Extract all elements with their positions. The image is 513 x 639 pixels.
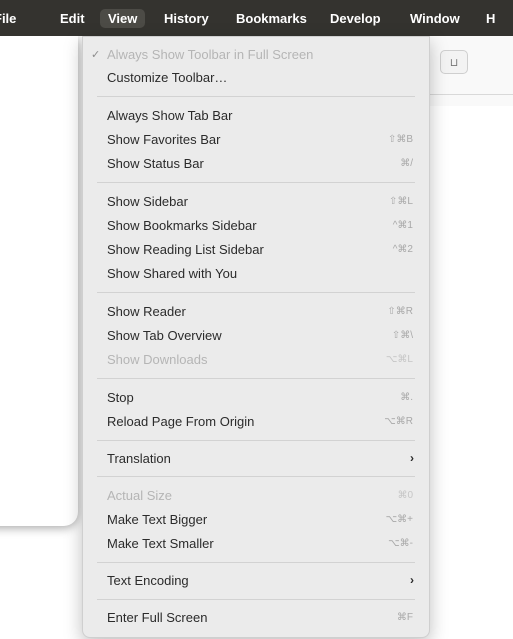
shortcut-label: ^⌘1	[392, 219, 413, 231]
shortcut-label: ⇧⌘B	[387, 133, 413, 145]
chevron-right-icon: ›	[410, 451, 414, 465]
view-menu-dropdown: ✓ Always Show Toolbar in Full Screen Cus…	[82, 36, 430, 638]
menu-item-always-show-toolbar-full-screen[interactable]: ✓ Always Show Toolbar in Full Screen	[83, 43, 429, 65]
toolbar-divider	[428, 94, 513, 95]
shortcut-label: ⌥⌘R	[384, 415, 413, 427]
menu-separator	[97, 562, 415, 563]
shortcut-label: ⌘F	[396, 611, 413, 623]
menu-item-show-reading-list-sidebar[interactable]: Show Reading List Sidebar ^⌘2	[83, 238, 429, 260]
chevron-right-icon: ›	[410, 573, 414, 587]
menu-separator	[97, 378, 415, 379]
shortcut-label: ⌥⌘L	[385, 353, 413, 365]
menu-item-make-text-bigger[interactable]: Make Text Bigger ⌥⌘+	[83, 508, 429, 530]
toolbar-button[interactable]: ⊔	[440, 50, 468, 74]
shortcut-label: ⌘.	[400, 391, 413, 403]
menu-bar: File Edit View History Bookmarks Develop…	[0, 0, 513, 36]
menu-item-actual-size[interactable]: Actual Size ⌘0	[83, 484, 429, 506]
menu-item-stop[interactable]: Stop ⌘.	[83, 386, 429, 408]
menu-item-always-show-tab-bar[interactable]: Always Show Tab Bar	[83, 104, 429, 126]
shortcut-label: ^⌘2	[392, 243, 413, 255]
menu-item-show-downloads[interactable]: Show Downloads ⌥⌘L	[83, 348, 429, 370]
shortcut-label: ⌥⌘+	[385, 513, 413, 525]
menubar-item-file[interactable]: File	[0, 11, 16, 26]
sidebar-icon: ⊔	[449, 56, 459, 69]
menubar-item-history[interactable]: History	[164, 11, 209, 26]
menu-item-make-text-smaller[interactable]: Make Text Smaller ⌥⌘-	[83, 532, 429, 554]
menubar-item-develop[interactable]: Develop	[330, 11, 381, 26]
checkmark-icon: ✓	[91, 48, 101, 61]
menubar-item-view[interactable]: View	[100, 9, 146, 28]
menu-item-customize-toolbar[interactable]: Customize Toolbar…	[83, 66, 429, 88]
menu-item-show-sidebar[interactable]: Show Sidebar ⇧⌘L	[83, 190, 429, 212]
menu-item-show-tab-overview[interactable]: Show Tab Overview ⇧⌘\	[83, 324, 429, 346]
menu-item-show-status-bar[interactable]: Show Status Bar ⌘/	[83, 152, 429, 174]
menu-item-translation[interactable]: Translation ›	[83, 447, 429, 469]
menu-item-enter-full-screen[interactable]: Enter Full Screen ⌘F	[83, 606, 429, 628]
shortcut-label: ⌘/	[400, 157, 413, 169]
menu-separator	[97, 476, 415, 477]
menu-separator	[97, 182, 415, 183]
menubar-item-window[interactable]: Window	[410, 11, 460, 26]
menu-separator	[97, 599, 415, 600]
shortcut-label: ⇧⌘L	[389, 195, 413, 207]
background-window	[0, 36, 78, 526]
shortcut-label: ⌥⌘-	[388, 537, 413, 549]
menu-separator	[97, 440, 415, 441]
shortcut-label: ⇧⌘R	[387, 305, 413, 317]
menu-item-show-bookmarks-sidebar[interactable]: Show Bookmarks Sidebar ^⌘1	[83, 214, 429, 236]
menubar-item-bookmarks[interactable]: Bookmarks	[236, 11, 307, 26]
shortcut-label: ⇧⌘\	[391, 329, 413, 341]
menu-item-reload-page-from-origin[interactable]: Reload Page From Origin ⌥⌘R	[83, 410, 429, 432]
menu-separator	[97, 96, 415, 97]
menubar-item-edit[interactable]: Edit	[60, 11, 85, 26]
menu-item-show-reader[interactable]: Show Reader ⇧⌘R	[83, 300, 429, 322]
shortcut-label: ⌘0	[397, 489, 413, 501]
menubar-item-help[interactable]: H	[486, 11, 495, 26]
menu-separator	[97, 292, 415, 293]
menu-item-show-shared-with-you[interactable]: Show Shared with You	[83, 262, 429, 284]
menu-item-show-favorites-bar[interactable]: Show Favorites Bar ⇧⌘B	[83, 128, 429, 150]
menu-item-text-encoding[interactable]: Text Encoding ›	[83, 569, 429, 591]
